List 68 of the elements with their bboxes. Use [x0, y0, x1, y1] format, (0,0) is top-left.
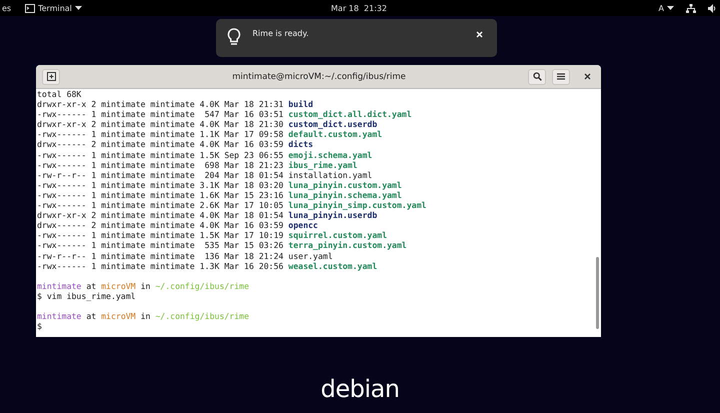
file-name: installation.yaml	[288, 170, 372, 180]
file-name: custom_dict.userdb	[288, 119, 378, 130]
file-name: build	[288, 99, 314, 110]
file-details: -rwx------ 1 mintimate mintimate 3.1K Mar 18 03:20	[37, 180, 284, 190]
desktop-logo: debian	[320, 375, 400, 403]
window-title: mintimate@microVM:~/.config/ibus/rime	[231, 72, 407, 82]
file-details: -rwx------ 1 mintimate mintimate 1.3K Mar 16 20:56	[37, 260, 284, 271]
command-line: $	[37, 321, 42, 332]
file-details: drwxr-xr-x 2 mintimate mintimate 4.0K Mar 18 01:54	[37, 210, 284, 220]
file-details: drwx------ 2 mintimate mintimate 4.0K Mar 16 03:59	[37, 139, 284, 150]
caret-icon	[74, 6, 82, 10]
total-line: total 68K	[37, 89, 82, 99]
file-details: -rwx------ 1 mintimate mintimate 535 Mar 15 03:26	[37, 240, 284, 250]
notification-message: Rime is ready.	[252, 29, 310, 38]
app-menu[interactable]: Terminal	[25, 4, 82, 12]
file-name: dicts	[288, 139, 314, 150]
prompt-path: ~/.config/ibus/rime	[155, 311, 250, 322]
file-name: custom_dict.all.dict.yaml	[288, 109, 412, 120]
file-name: luna_pinyin.userdb	[288, 210, 378, 220]
search-icon	[532, 72, 542, 81]
close-icon[interactable]	[584, 73, 591, 80]
new-tab-button[interactable]	[42, 68, 60, 84]
file-details: drwxr-xr-x 2 mintimate mintimate 4.0K Mar 18 21:31	[37, 99, 284, 110]
file-details: -rw-r--r-- 1 mintimate mintimate 204 Mar 18 01:54	[37, 170, 284, 180]
prompt-host: microVM	[101, 311, 136, 322]
file-name: terra_pinyin.custom.yaml	[288, 240, 407, 250]
file-details: -rwx------ 1 mintimate mintimate 2.6K Mar 17 10:05	[37, 200, 284, 210]
menu-icon	[557, 73, 565, 80]
file-name: weasel.custom.yaml	[288, 260, 378, 271]
file-details: -rwx------ 1 mintimate mintimate 1.5K Sep 23 06:55	[37, 150, 284, 160]
menu-button[interactable]	[552, 68, 570, 84]
prompt-host: microVM	[101, 280, 136, 291]
file-name: luna_pinyin_simp.custom.yaml	[288, 200, 426, 210]
prompt-user: mintimate	[37, 280, 82, 291]
file-name: luna_pinyin.custom.yaml	[288, 180, 402, 190]
file-details: -rwx------ 1 mintimate mintimate 1.1K Mar 17 09:58	[37, 129, 284, 140]
activities-button[interactable]: es	[2, 4, 12, 12]
network-icon[interactable]	[686, 4, 696, 12]
terminal-icon	[25, 4, 36, 12]
file-name: default.custom.yaml	[288, 129, 382, 140]
file-name: ibus_rime.yaml	[288, 160, 358, 170]
prompt-text: at	[86, 311, 96, 322]
prompt-user: mintimate	[37, 311, 82, 322]
file-name: luna_pinyin.schema.yaml	[288, 190, 402, 200]
file-details: -rwx------ 1 mintimate mintimate 1.6K Mar 15 23:16	[37, 190, 284, 200]
file-details: drwxr-xr-x 2 mintimate mintimate 4.0K Mar 18 21:30	[37, 119, 284, 130]
command-line: $ vim ibus_rime.yaml	[37, 290, 136, 301]
input-method-menu[interactable]: A	[658, 4, 674, 12]
new-tab-icon	[46, 72, 56, 81]
file-name: emoji.schema.yaml	[288, 150, 372, 160]
lightbulb-icon	[226, 27, 242, 47]
prompt-text: in	[140, 311, 150, 322]
file-details: -rw-r--r-- 1 mintimate mintimate 136 Mar 18 21:24	[37, 250, 284, 260]
prompt-text: at	[86, 280, 96, 291]
speaker-icon[interactable]	[708, 4, 716, 12]
file-details: -rwx------ 1 mintimate mintimate 547 Mar 16 03:51	[37, 109, 284, 120]
file-name: squirrel.custom.yaml	[288, 230, 387, 240]
file-details: -rwx------ 1 mintimate mintimate 698 Mar 18 21:23	[37, 160, 284, 170]
file-details: -rwx------ 1 mintimate mintimate 1.5K Mar 17 10:19	[37, 230, 284, 240]
prompt-path: ~/.config/ibus/rime	[155, 280, 250, 291]
caret-icon	[667, 6, 674, 10]
scrollbar[interactable]	[596, 257, 599, 329]
file-name: user.yaml	[288, 250, 333, 260]
search-button[interactable]	[528, 68, 546, 84]
file-details: drwx------ 2 mintimate mintimate 4.0K Mar 16 03:59	[37, 220, 284, 230]
file-name: opencc	[288, 220, 318, 230]
prompt-text: in	[140, 280, 150, 291]
clock[interactable]: Mar 18 21:32	[331, 4, 387, 12]
